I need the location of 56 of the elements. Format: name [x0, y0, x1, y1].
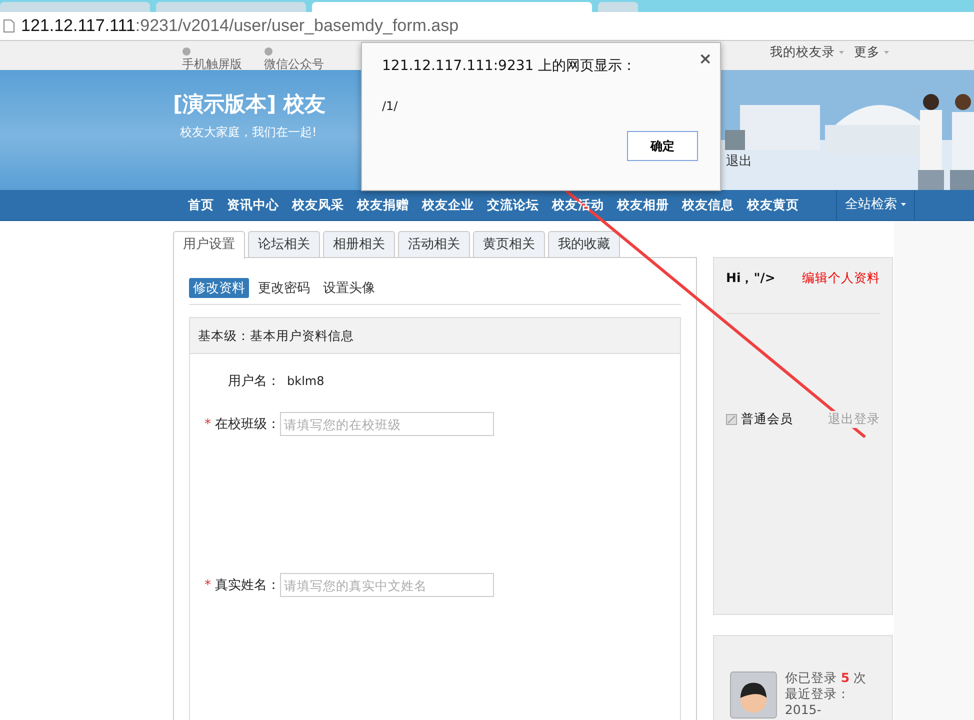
nav-item[interactable]: 校友相册: [617, 196, 669, 214]
close-button[interactable]: ×: [698, 49, 712, 68]
sub-tab[interactable]: 修改资料: [189, 278, 249, 298]
logout-link[interactable]: 退出: [726, 152, 752, 170]
circle-icon: [264, 47, 273, 56]
caret-icon: [884, 51, 889, 54]
ok-button[interactable]: 确定: [627, 131, 698, 161]
browser-tab[interactable]: [0, 2, 150, 12]
tab[interactable]: 黄页相关: [473, 231, 545, 257]
browser-tab[interactable]: [598, 2, 638, 12]
nav-item[interactable]: 交流论坛: [487, 196, 539, 214]
nav-item[interactable]: 校友黄页: [747, 196, 799, 214]
required-mark: *: [204, 578, 211, 593]
nav-item[interactable]: 首页: [188, 196, 214, 214]
input-field[interactable]: 请填写您的在校班级: [280, 412, 494, 436]
tab[interactable]: 论坛相关: [248, 231, 320, 257]
dialog-message: /1/: [382, 99, 399, 113]
browser-tab[interactable]: [156, 2, 306, 12]
top-menu-link[interactable]: 更多: [854, 44, 889, 70]
nav-item[interactable]: 校友企业: [422, 196, 474, 214]
tab[interactable]: 我的收藏: [548, 231, 620, 257]
nav-item[interactable]: 校友捐赠: [357, 196, 409, 214]
page-icon: [3, 19, 15, 33]
sub-tab[interactable]: 设置头像: [319, 278, 379, 298]
edit-profile-link[interactable]: 编辑个人资料: [802, 270, 880, 287]
section-header: 基本级：基本用户资料信息: [190, 318, 680, 354]
login-count: 你已登录 5 次: [784, 670, 868, 686]
avatar-icon: [730, 670, 777, 720]
top-link[interactable]: 微信公众号: [264, 44, 330, 70]
site-search-menu[interactable]: 全站检索: [836, 190, 916, 220]
tab[interactable]: 相册相关: [323, 231, 395, 257]
field-label: 真实姓名：: [215, 578, 280, 593]
required-mark: *: [204, 417, 211, 432]
top-link[interactable]: 手机触屏版: [182, 44, 248, 70]
field-label: 在校班级：: [215, 417, 280, 432]
greeting: Hi，"/>: [726, 270, 776, 287]
site-title: [演示版本] 校友: [173, 91, 326, 118]
tab[interactable]: 活动相关: [398, 231, 470, 257]
field-value: bklm8: [287, 374, 324, 388]
tab[interactable]: 用户设置: [173, 231, 245, 259]
dialog-title: 121.12.117.111:9231 上的网页显示：: [382, 57, 638, 75]
field-label: 用户名：: [228, 374, 280, 389]
nav-item[interactable]: 资讯中心: [227, 196, 279, 214]
caret-icon: [901, 202, 906, 206]
member-level: 普通会员: [741, 411, 793, 428]
site-slogan: 校友大家庭，我们在一起!: [180, 124, 318, 141]
nav-item[interactable]: 校友信息: [682, 196, 734, 214]
sub-tab[interactable]: 更改密码: [254, 278, 314, 298]
top-menu-link[interactable]: 我的校友录: [770, 44, 844, 70]
member-icon: [726, 414, 737, 425]
circle-icon: [182, 47, 191, 56]
last-login: 最近登录：2015-: [784, 686, 851, 718]
nav-item[interactable]: 校友风采: [292, 196, 344, 214]
browser-tab[interactable]: [312, 2, 592, 12]
input-field[interactable]: 请填写您的真实中文姓名: [280, 573, 494, 597]
caret-icon: [839, 51, 844, 54]
